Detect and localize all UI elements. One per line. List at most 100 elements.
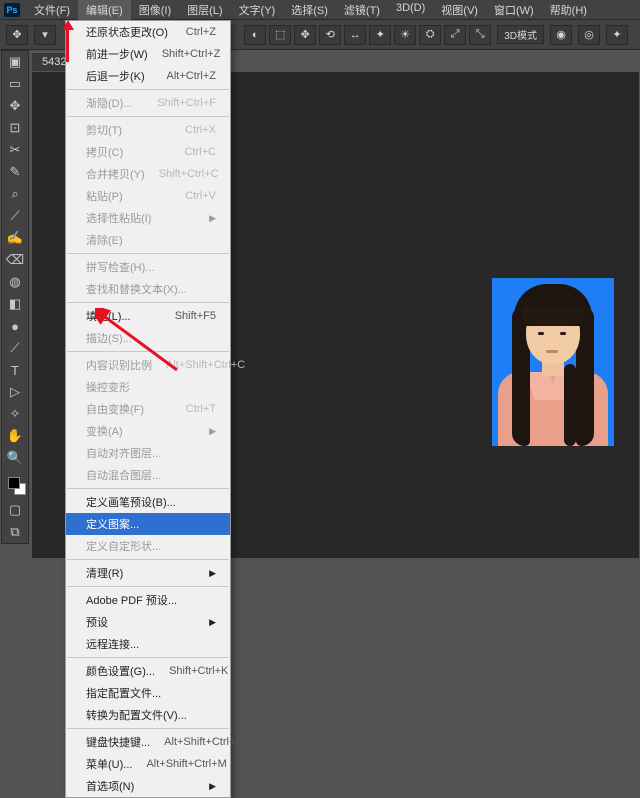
edit-menu-dropdown: 还原状态更改(O)Ctrl+Z前进一步(W)Shift+Ctrl+Z后退一步(K… — [65, 20, 231, 798]
edit-menu-item: 描边(S)... — [66, 327, 230, 349]
menu-separator — [67, 302, 229, 303]
menu-separator — [67, 488, 229, 489]
tool-button[interactable]: ▷ — [2, 381, 28, 403]
tool-button[interactable]: ▭ — [2, 73, 28, 95]
tool-button[interactable]: ✍ — [2, 227, 28, 249]
edit-menu-item[interactable]: Adobe PDF 预设... — [66, 589, 230, 611]
menu-separator — [67, 253, 229, 254]
edit-menu-item: 自动对齐图层... — [66, 442, 230, 464]
edit-menu-item[interactable]: 颜色设置(G)...Shift+Ctrl+K — [66, 660, 230, 682]
menu-item[interactable]: 帮助(H) — [542, 0, 595, 21]
menu-item[interactable]: 图像(I) — [131, 0, 179, 21]
edit-menu-item: 查找和替换文本(X)... — [66, 278, 230, 300]
tool-button[interactable]: 🔍 — [2, 447, 28, 469]
tool-button[interactable]: T — [2, 359, 28, 381]
option-icon[interactable]: ↔ — [344, 25, 366, 45]
edit-menu-item: 拷贝(C)Ctrl+C — [66, 141, 230, 163]
ps-logo-icon: Ps — [4, 3, 20, 17]
edit-menu-item[interactable]: 还原状态更改(O)Ctrl+Z — [66, 21, 230, 43]
tool-button[interactable]: ◍ — [2, 271, 28, 293]
fg-color-icon — [8, 477, 20, 489]
tool-button[interactable]: ⌫ — [2, 249, 28, 271]
tool-preset-icon[interactable]: ✥ — [6, 25, 28, 45]
edit-menu-item[interactable]: 填充(L)...Shift+F5 — [66, 305, 230, 327]
mode-3d-label[interactable]: 3D模式 — [497, 25, 544, 44]
edit-menu-item: 渐隐(D)...Shift+Ctrl+F — [66, 92, 230, 114]
menu-item[interactable]: 视图(V) — [433, 0, 486, 21]
menu-separator — [67, 657, 229, 658]
quickmask-icon[interactable]: ▢ — [2, 499, 28, 521]
edit-menu-item[interactable]: 指定配置文件... — [66, 682, 230, 704]
edit-menu-item[interactable]: 前进一步(W)Shift+Ctrl+Z — [66, 43, 230, 65]
document-image — [492, 278, 614, 446]
menu-separator — [67, 351, 229, 352]
edit-menu-item[interactable]: 转换为配置文件(V)... — [66, 704, 230, 726]
edit-menu-item[interactable]: 后退一步(K)Alt+Ctrl+Z — [66, 65, 230, 87]
tool-button[interactable]: ▣ — [2, 51, 28, 73]
option-icon[interactable]: ☀ — [394, 25, 416, 45]
tool-button[interactable]: ✎ — [2, 161, 28, 183]
edit-menu-item: 拼写检查(H)... — [66, 256, 230, 278]
tool-button[interactable]: ⟋ — [2, 337, 28, 359]
menu-item[interactable]: 滤镜(T) — [336, 0, 388, 21]
option-icon[interactable]: ⟲ — [319, 25, 341, 45]
submenu-arrow-icon: ▶ — [209, 426, 216, 437]
menu-item[interactable]: 文件(F) — [26, 0, 78, 21]
tool-button[interactable]: ✧ — [2, 403, 28, 425]
option-icon[interactable]: ⬚ — [269, 25, 291, 45]
submenu-arrow-icon: ▶ — [209, 568, 216, 579]
edit-menu-item[interactable]: 定义画笔预设(B)... — [66, 491, 230, 513]
tool-button[interactable]: ⊡ — [2, 117, 28, 139]
3d-icon-a[interactable]: ◉ — [550, 25, 572, 45]
edit-menu-item: 定义自定形状... — [66, 535, 230, 557]
edit-menu-item[interactable]: 首选项(N)▶ — [66, 775, 230, 797]
option-icon[interactable]: ✥ — [294, 25, 316, 45]
tool-button[interactable]: ⟋ — [2, 205, 28, 227]
edit-menu-item: 内容识别比例Alt+Shift+Ctrl+C — [66, 354, 230, 376]
menu-separator — [67, 559, 229, 560]
tool-button[interactable]: ✂ — [2, 139, 28, 161]
color-swatch[interactable] — [2, 469, 28, 499]
menu-item[interactable]: 图层(L) — [179, 0, 230, 21]
screenmode-icon[interactable]: ⧉ — [2, 521, 28, 543]
edit-menu-item: 自由变换(F)Ctrl+T — [66, 398, 230, 420]
tool-button[interactable]: ⌕ — [2, 183, 28, 205]
menu-item[interactable]: 编辑(E) — [78, 0, 131, 21]
edit-menu-item[interactable]: 远程连接... — [66, 633, 230, 655]
menu-item[interactable]: 3D(D) — [388, 0, 433, 21]
menu-item[interactable]: 文字(Y) — [231, 0, 284, 21]
menubar: Ps 文件(F)编辑(E)图像(I)图层(L)文字(Y)选择(S)滤镜(T)3D… — [0, 0, 640, 20]
edit-menu-item: 操控变形 — [66, 376, 230, 398]
submenu-arrow-icon: ▶ — [209, 213, 216, 224]
edit-menu-item: 合并拷贝(Y)Shift+Ctrl+C — [66, 163, 230, 185]
option-icon[interactable]: ▾ — [34, 25, 56, 45]
edit-menu-item[interactable]: 菜单(U)...Alt+Shift+Ctrl+M — [66, 753, 230, 775]
menu-separator — [67, 116, 229, 117]
tool-button[interactable]: ● — [2, 315, 28, 337]
option-icon[interactable]: ⤢ — [444, 25, 466, 45]
menu-separator — [67, 586, 229, 587]
option-icon[interactable]: ⤡ — [469, 25, 491, 45]
3d-icon-c[interactable]: ✦ — [606, 25, 628, 45]
tool-button[interactable]: ✋ — [2, 425, 28, 447]
option-icon[interactable]: ⛭ — [419, 25, 441, 45]
menu-item[interactable]: 窗口(W) — [486, 0, 542, 21]
option-icon[interactable]: ◐ — [244, 25, 266, 45]
tool-button[interactable]: ◧ — [2, 293, 28, 315]
edit-menu-item: 变换(A)▶ — [66, 420, 230, 442]
edit-menu-item[interactable]: 预设▶ — [66, 611, 230, 633]
tool-button[interactable]: ✥ — [2, 95, 28, 117]
menu-separator — [67, 89, 229, 90]
3d-icon-b[interactable]: ◎ — [578, 25, 600, 45]
edit-menu-item[interactable]: 键盘快捷键...Alt+Shift+Ctrl+K — [66, 731, 230, 753]
tool-panel: ▣▭✥⊡✂✎⌕⟋✍⌫◍◧●⟋T▷✧✋🔍 ▢ ⧉ — [1, 50, 29, 544]
edit-menu-item: 剪切(T)Ctrl+X — [66, 119, 230, 141]
menu-separator — [67, 728, 229, 729]
edit-menu-item: 选择性粘贴(I)▶ — [66, 207, 230, 229]
edit-menu-item: 自动混合图层... — [66, 464, 230, 486]
edit-menu-item[interactable]: 清理(R)▶ — [66, 562, 230, 584]
menu-item[interactable]: 选择(S) — [283, 0, 336, 21]
option-icon[interactable]: ✦ — [369, 25, 391, 45]
edit-menu-item[interactable]: 定义图案... — [66, 513, 230, 535]
submenu-arrow-icon: ▶ — [209, 781, 216, 792]
